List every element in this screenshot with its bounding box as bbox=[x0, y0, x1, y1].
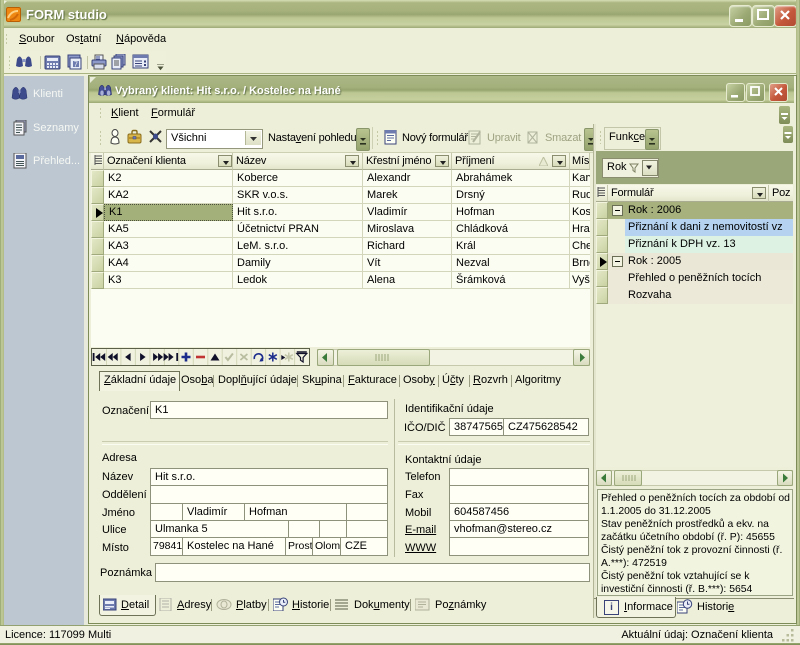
svg-text:7: 7 bbox=[74, 62, 78, 69]
